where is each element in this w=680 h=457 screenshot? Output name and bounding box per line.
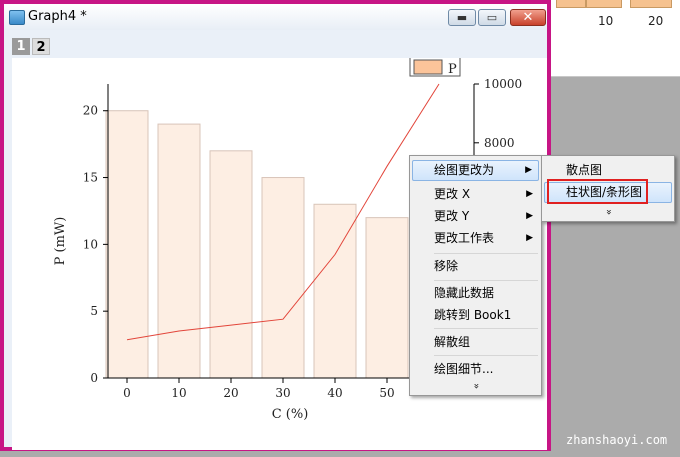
bar[interactable] — [209, 150, 253, 379]
bar[interactable] — [105, 110, 149, 379]
close-icon: ✕ — [522, 10, 534, 25]
submenu-arrow-icon: ▶ — [526, 211, 533, 221]
y-tick-label: 5 — [90, 304, 98, 318]
submenu-arrow-icon: ▶ — [525, 165, 532, 175]
menu-item-label: 解散组 — [434, 335, 471, 349]
menu-item-label: 更改工作表 — [434, 231, 495, 245]
x-tick-label: 20 — [223, 386, 238, 400]
worksheet-background: 10 20 — [548, 0, 680, 77]
bar[interactable] — [365, 217, 409, 379]
bar[interactable] — [157, 123, 201, 379]
minimize-icon: ▬ — [456, 11, 468, 24]
context-menu: 绘图更改为 ▶ 更改 X ▶ 更改 Y ▶ 更改工作表 ▶ 移除 隐藏此数据 跳转到 Book1 解散… — [409, 155, 542, 396]
worksheet-tick: 20 — [648, 14, 664, 28]
y-tick-label: 10 — [83, 237, 98, 251]
minimize-button[interactable]: ▬ — [448, 9, 476, 26]
graph-window-icon[interactable] — [9, 10, 25, 25]
close-button[interactable]: ✕ — [510, 9, 546, 26]
legend-label: P — [448, 62, 457, 77]
worksheet-column-header — [556, 0, 586, 8]
x-tick-label: 0 — [123, 386, 131, 400]
context-menu-item[interactable]: 隐藏此数据 — [412, 283, 539, 304]
menu-item-label: 隐藏此数据 — [434, 286, 495, 300]
expand-more-icon[interactable]: » — [601, 146, 615, 278]
x-tick-label: 50 — [379, 386, 394, 400]
x-tick-label: 10 — [171, 386, 186, 400]
context-menu-item[interactable]: 更改 X ▶ — [412, 184, 539, 205]
worksheet-tick: 10 — [598, 14, 614, 28]
x-axis-label[interactable]: C (%) — [272, 407, 309, 422]
y-tick-label: 15 — [83, 171, 98, 185]
watermark: zhanshaoyi.com — [566, 433, 668, 447]
menu-item-label: 绘图细节... — [434, 362, 494, 376]
menu-separator — [434, 355, 538, 356]
maximize-icon: ▭ — [486, 11, 498, 24]
menu-item-label: 移除 — [434, 259, 459, 273]
menu-separator — [434, 253, 538, 254]
x-tick-label: 40 — [327, 386, 342, 400]
x-tick-label: 30 — [275, 386, 290, 400]
bar[interactable] — [261, 177, 305, 379]
y-tick-label: 0 — [90, 371, 98, 385]
context-menu-item[interactable]: 更改工作表 ▶ — [412, 228, 539, 249]
menu-item-label: 散点图 — [566, 163, 603, 177]
maximize-button[interactable]: ▭ — [478, 9, 506, 26]
menu-separator — [434, 280, 538, 281]
y-tick-label: 20 — [83, 104, 98, 118]
worksheet-column-header — [630, 0, 672, 8]
context-menu-item[interactable]: 移除 — [412, 256, 539, 277]
submenu-arrow-icon: ▶ — [526, 233, 533, 243]
title-bar[interactable]: Graph4 * ▬ ▭ ✕ — [4, 4, 547, 30]
menu-item-label: 更改 X — [434, 187, 471, 201]
submenu-arrow-icon: ▶ — [526, 189, 533, 199]
right-tick-label: 10000 — [484, 77, 522, 91]
menu-separator — [434, 328, 538, 329]
context-menu-item[interactable]: 绘图更改为 ▶ — [412, 160, 539, 181]
right-tick-label: 8000 — [484, 136, 515, 150]
expand-more-icon[interactable]: » — [469, 321, 483, 452]
y-axis-label[interactable]: P (mW) — [53, 217, 68, 266]
window-title: Graph4 * — [28, 9, 87, 24]
menu-item-label: 绘图更改为 — [434, 163, 495, 177]
layer-tab-2[interactable]: 2 — [32, 38, 50, 55]
layer-tab-1[interactable]: 1 — [12, 38, 30, 55]
worksheet-column-header — [586, 0, 622, 8]
highlight-box — [547, 179, 648, 204]
context-menu-item[interactable]: 更改 Y ▶ — [412, 206, 539, 227]
menu-item-label: 更改 Y — [434, 209, 470, 223]
legend-swatch — [413, 59, 443, 75]
